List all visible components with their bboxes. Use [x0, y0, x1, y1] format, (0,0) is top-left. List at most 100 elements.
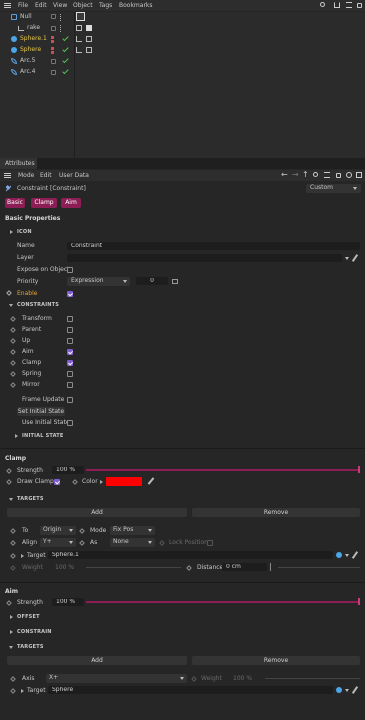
color-swatch[interactable] — [106, 477, 142, 486]
chevron-down-icon[interactable] — [9, 646, 13, 649]
pick-icon[interactable] — [351, 686, 359, 694]
constraint-checkbox-aim[interactable] — [67, 349, 73, 355]
keyframe-diamond-icon[interactable] — [79, 528, 85, 534]
visibility-dots-red[interactable] — [51, 36, 54, 39]
clamp-add-button[interactable]: Add — [7, 508, 187, 517]
keyframe-diamond-icon[interactable] — [10, 528, 16, 534]
history-icon[interactable] — [346, 172, 352, 178]
clamp-targets-label[interactable]: TARGETS — [17, 496, 44, 502]
keyframe-diamond-icon[interactable] — [10, 540, 16, 546]
lock-icon[interactable] — [336, 173, 341, 178]
clamp-target-field[interactable]: Sphere.1 — [48, 551, 333, 559]
set-initial-state-button[interactable]: Set Initial State — [17, 407, 65, 416]
chevron-down-icon[interactable] — [9, 498, 13, 501]
new-window-icon[interactable] — [356, 172, 362, 178]
draw-clamp-checkbox[interactable] — [54, 479, 60, 485]
back-arrow-icon[interactable]: ← — [281, 171, 288, 179]
align-dropdown[interactable]: Y+ — [40, 538, 76, 547]
distance-field[interactable]: 0 cm — [222, 563, 267, 571]
tag-icon[interactable] — [86, 25, 92, 31]
menu-user-data[interactable]: User Data — [59, 172, 89, 180]
chevron-right-icon[interactable] — [10, 615, 13, 619]
keyframe-diamond-icon[interactable] — [10, 676, 16, 682]
axis-dropdown[interactable]: X+ — [46, 674, 187, 683]
constraint-checkbox-parent[interactable] — [67, 327, 73, 333]
layer-field[interactable] — [67, 254, 342, 262]
name-field[interactable]: Constraint — [67, 242, 360, 250]
chevron-right-icon[interactable] — [21, 689, 24, 693]
eyedropper-icon[interactable] — [147, 477, 155, 485]
object-row-sphere1[interactable]: Sphere.1 — [0, 34, 365, 45]
checkmark-icon[interactable] — [62, 34, 69, 42]
pick-icon[interactable] — [351, 254, 359, 262]
keyframe-diamond-icon[interactable] — [6, 290, 12, 296]
menu-object[interactable]: Object — [73, 2, 93, 10]
menu-edit[interactable]: Edit — [40, 172, 52, 180]
aim-offset-label[interactable]: OFFSET — [17, 614, 40, 620]
home-icon[interactable] — [334, 2, 340, 8]
tag-icon[interactable] — [76, 36, 82, 42]
aim-add-button[interactable]: Add — [7, 656, 187, 665]
chevron-down-icon[interactable] — [345, 689, 349, 692]
clamp-remove-button[interactable]: Remove — [192, 508, 360, 517]
hamburger-menu-icon[interactable] — [4, 3, 11, 8]
more-icon[interactable] — [60, 25, 62, 32]
chevron-down-icon[interactable] — [345, 554, 349, 557]
menu-edit[interactable]: Edit — [35, 2, 47, 10]
tag-icon[interactable] — [76, 25, 82, 31]
chevron-right-icon[interactable] — [21, 554, 24, 558]
constraint-checkbox-clamp[interactable] — [67, 360, 73, 366]
chevron-right-icon[interactable] — [15, 434, 18, 438]
keyframe-diamond-icon[interactable] — [10, 553, 16, 559]
menu-mode[interactable]: Mode — [18, 172, 34, 180]
keyframe-diamond-icon[interactable] — [10, 360, 16, 366]
lock-icon[interactable] — [357, 3, 362, 8]
menu-tags[interactable]: Tags — [99, 2, 112, 10]
chevron-right-icon[interactable] — [100, 480, 103, 484]
forward-arrow-icon[interactable]: → — [292, 171, 299, 179]
aim-strength-knob[interactable] — [358, 598, 360, 605]
aim-remove-button[interactable]: Remove — [192, 656, 360, 665]
group-constraints-label[interactable]: CONSTRAINTS — [17, 302, 59, 308]
visibility-dots[interactable] — [51, 59, 56, 64]
visibility-dots[interactable] — [51, 14, 56, 19]
priority-number[interactable]: 0 — [136, 277, 168, 285]
keyframe-diamond-icon[interactable] — [6, 468, 12, 474]
tab-attributes[interactable]: Attributes — [0, 158, 37, 169]
checkmark-icon[interactable] — [62, 56, 69, 64]
keyframe-diamond-icon[interactable] — [10, 349, 16, 355]
chevron-right-icon[interactable] — [10, 230, 13, 234]
clamp-strength-slider[interactable] — [86, 469, 360, 471]
tag-icon[interactable] — [76, 47, 82, 53]
distance-slider[interactable] — [278, 567, 360, 568]
checkmark-icon[interactable] — [62, 45, 69, 53]
object-row-sphere[interactable]: Sphere — [0, 45, 365, 56]
keyframe-diamond-icon[interactable] — [10, 688, 16, 694]
as-dropdown[interactable]: None — [110, 538, 155, 547]
keyframe-diamond-icon[interactable] — [10, 382, 16, 388]
constraint-checkbox-transform[interactable] — [67, 316, 73, 322]
object-row-arc4[interactable]: Arc.4 — [0, 67, 365, 78]
chevron-down-icon[interactable] — [345, 257, 349, 260]
preset-dropdown[interactable]: Custom — [306, 184, 361, 193]
menu-bookmarks[interactable]: Bookmarks — [119, 2, 153, 10]
group-icon-label[interactable]: ICON — [17, 229, 32, 235]
hamburger-menu-icon[interactable] — [4, 173, 11, 178]
filter-icon[interactable] — [324, 172, 330, 178]
aim-constrain-label[interactable]: CONSTRAIN — [17, 629, 52, 635]
keyframe-diamond-icon[interactable] — [79, 540, 85, 546]
pick-icon[interactable] — [351, 551, 359, 559]
visibility-dots[interactable] — [51, 70, 56, 75]
visibility-dots-red[interactable] — [51, 47, 54, 50]
to-dropdown[interactable]: Origin — [40, 526, 76, 535]
camera-icon[interactable] — [172, 279, 178, 284]
keyframe-diamond-icon[interactable] — [10, 371, 16, 377]
visibility-dots[interactable] — [51, 26, 56, 31]
tab-basic[interactable]: Basic — [5, 198, 25, 208]
keyframe-diamond-icon[interactable] — [10, 316, 16, 322]
use-initial-checkbox[interactable] — [67, 420, 73, 426]
more-icon[interactable] — [60, 14, 62, 21]
expose-checkbox[interactable] — [67, 267, 73, 273]
chevron-down-icon[interactable] — [9, 304, 13, 307]
distance-stepper[interactable] — [270, 563, 274, 571]
